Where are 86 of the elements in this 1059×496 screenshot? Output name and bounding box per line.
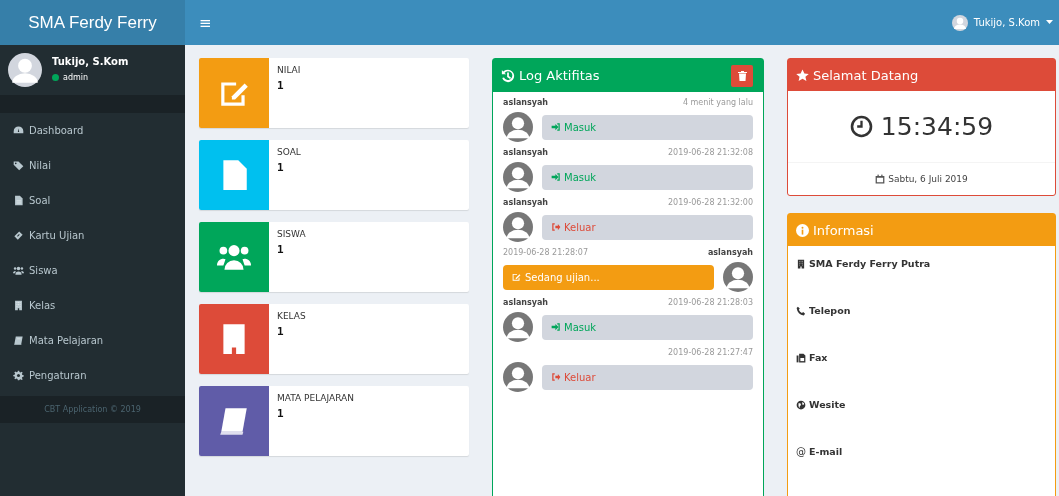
log-user: aslansyah: [707, 248, 753, 259]
tag-icon: [13, 160, 24, 171]
users-icon: [13, 265, 24, 276]
sign-in-icon: [551, 122, 561, 132]
panel-title: Selamat Datang: [813, 67, 919, 83]
building-icon: [796, 258, 806, 269]
menu-toggle[interactable]: ≡: [193, 9, 218, 36]
trash-icon: [737, 70, 747, 81]
info-label: E-mail: [809, 446, 843, 457]
clock-time: 15:34:59: [880, 112, 994, 141]
log-time: 4 menit yang lalu: [682, 98, 753, 109]
info-label: Telepon: [809, 305, 851, 316]
gear-icon: [13, 370, 24, 381]
book-icon: [13, 335, 24, 346]
clock-icon: [849, 115, 873, 138]
at-sign: @: [796, 446, 806, 457]
stat-value: 1: [277, 79, 285, 92]
log-message: Masuk: [542, 314, 753, 340]
log-message: Keluar: [542, 364, 753, 390]
avatar-icon: [503, 162, 533, 192]
avatar-icon: [951, 14, 968, 31]
edit-icon: [512, 272, 522, 282]
panel-title: Log Aktifitas: [519, 68, 600, 83]
brand-logo[interactable]: SMA Ferdy Ferry: [0, 0, 185, 45]
log-message: Masuk: [542, 164, 753, 190]
info-label: Wesite: [809, 399, 846, 410]
stat-value: 1: [277, 325, 285, 338]
date-text: Sabtu, 6 Juli 2019: [888, 174, 968, 184]
log-user: aslansyah: [503, 298, 549, 309]
sidebar-item[interactable]: Nilai: [0, 148, 185, 183]
avatar-icon: [503, 112, 533, 142]
log-user: aslansyah: [503, 198, 549, 209]
sidebar-item[interactable]: Soal: [0, 183, 185, 218]
user-name: Tukijo, S.Kom: [52, 56, 129, 67]
sign-out-icon: [551, 222, 561, 232]
avatar-icon: [723, 262, 753, 292]
log-time: 2019-06-28 21:32:00: [668, 198, 753, 209]
stat-label: KELAS: [277, 311, 306, 321]
log-message: Masuk: [542, 114, 753, 140]
caret-icon[interactable]: [1046, 20, 1053, 25]
log-time: 2019-06-28 21:32:08: [668, 148, 753, 159]
phone-icon: [796, 305, 806, 316]
document-icon: [13, 195, 24, 206]
sidebar-item[interactable]: Pengaturan: [0, 358, 185, 393]
stat-value: 1: [277, 243, 285, 256]
log-user: aslansyah: [503, 148, 549, 159]
panel-title: Informasi: [813, 222, 874, 238]
fax-icon: [796, 352, 806, 363]
stat-label: NILAI: [277, 65, 301, 75]
avatar-icon: [503, 362, 533, 392]
star-icon: [796, 68, 809, 82]
log-time: 2019-06-28 21:28:07: [503, 248, 588, 259]
info-icon: [796, 223, 809, 237]
stat-label: SOAL: [277, 147, 301, 157]
stat-label: MATA PELAJARAN: [277, 393, 354, 403]
avatar-icon: [503, 312, 533, 342]
avatar-icon: [503, 212, 533, 242]
sidebar-item[interactable]: Dashboard: [0, 113, 185, 148]
stat-value: 1: [277, 161, 285, 174]
globe-icon: [796, 399, 806, 410]
log-message: Keluar: [542, 214, 753, 240]
sidebar-footer: CBT Application © 2019: [0, 396, 185, 423]
history-icon: [501, 68, 515, 83]
info-label: Fax: [809, 352, 828, 363]
sign-out-icon: [551, 372, 561, 382]
user-role: admin: [63, 73, 89, 82]
sign-in-icon: [551, 172, 561, 182]
sidebar-item[interactable]: Mata Pelajaran: [0, 323, 185, 358]
sidebar-item[interactable]: Kartu Ujian: [0, 218, 185, 253]
log-time: 2019-06-28 21:28:03: [668, 298, 753, 309]
log-time: 2019-06-28 21:27:47: [668, 348, 753, 359]
stat-value: 1: [277, 407, 285, 420]
delete-button[interactable]: [731, 64, 753, 87]
building-icon: [13, 300, 24, 311]
sidebar-item[interactable]: Kelas: [0, 288, 185, 323]
user-menu[interactable]: Tukijo, S.Kom: [973, 17, 1040, 28]
avatar-icon: [8, 53, 42, 87]
gauge-icon: [13, 125, 24, 136]
sign-in-icon: [551, 322, 561, 332]
log-user: aslansyah: [503, 98, 549, 109]
stat-label: SISWA: [277, 229, 306, 239]
sidebar-item[interactable]: Siswa: [0, 253, 185, 288]
calendar-icon: [875, 174, 886, 184]
ticket-icon: [13, 230, 24, 241]
info-label: SMA Ferdy Ferry Putra: [809, 258, 931, 269]
log-message: Sedang ujian...: [503, 264, 714, 290]
